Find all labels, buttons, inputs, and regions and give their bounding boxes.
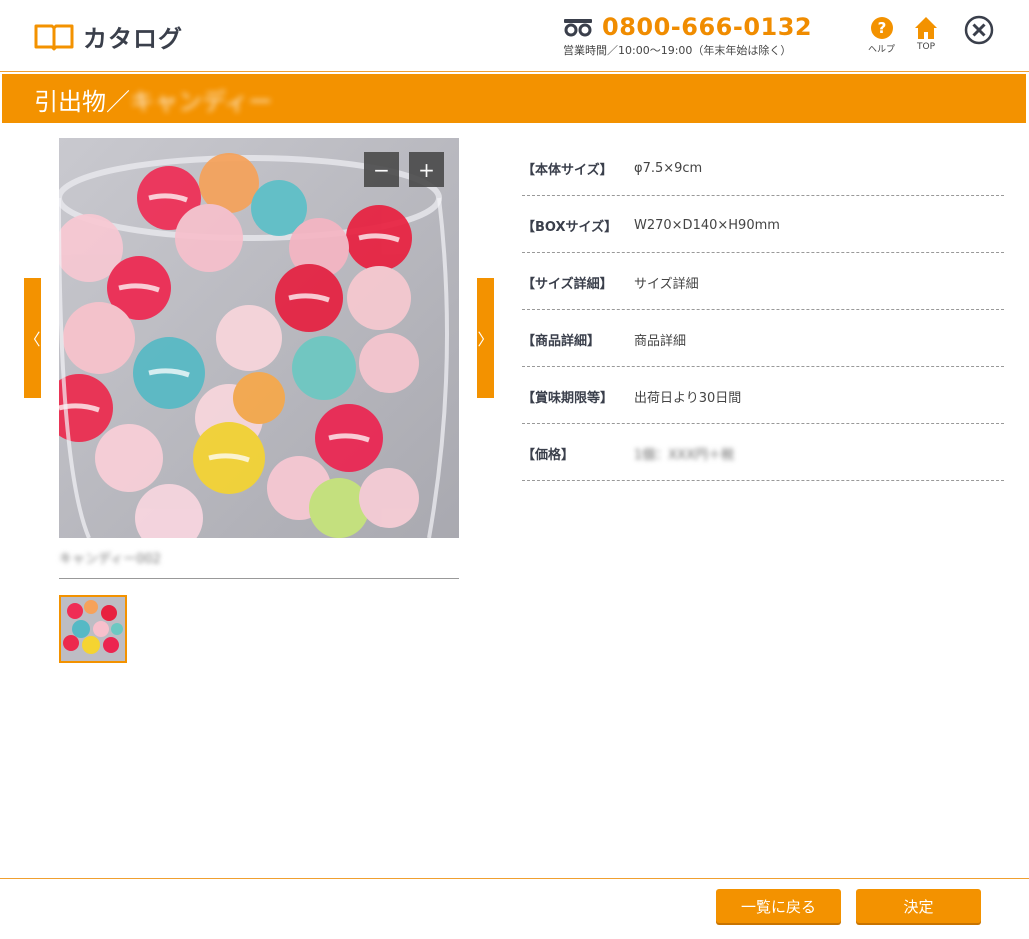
prev-image-button[interactable]: 〈 [24,278,41,398]
image-caption: キャンディー002 [59,552,161,567]
spec-row-product-detail: 【商品詳細】 商品詳細 [522,310,1004,367]
logo: カタログ [34,19,183,54]
back-to-list-button[interactable]: 一覧に戻る [716,889,841,923]
candy-photo [59,138,459,538]
close-button[interactable] [964,15,994,45]
caption-divider [59,578,459,579]
spec-row-expiry: 【賞味期限等】 出荷日より30日間 [522,367,1004,424]
top-button[interactable]: TOP [914,16,938,52]
spec-row-body-size: 【本体サイズ】 φ7.5×9cm [522,139,1004,196]
book-icon [34,24,74,50]
spec-value: サイズ詳細 [634,276,699,292]
category-label: 引出物／ [34,88,130,116]
top-label: TOP [916,42,935,52]
zoom-out-button[interactable]: − [364,152,399,187]
title-bar: 引出物／キャンディー [2,74,1026,123]
home-icon [915,17,937,39]
spec-row-price: 【価格】 1個：XXX円＋税 [522,424,1004,481]
thumbnail-image [61,597,125,661]
header: カタログ 0800-666-0132 営業時間／10:00～19:00（年末年始… [0,0,1029,72]
freedial-icon [564,19,592,37]
spec-label: 【価格】 [522,447,575,463]
page-title: 引出物／キャンディー [34,82,272,117]
spec-value: 商品詳細 [634,333,687,349]
business-hours: 営業時間／10:00～19:00（年末年始は除く） [563,44,792,57]
spec-label: 【BOXサイズ】 [522,219,618,235]
spec-label: 【サイズ詳細】 [522,276,613,292]
price-value: 1個：XXX円＋税 [634,447,734,463]
close-icon [964,15,994,45]
zoom-in-button[interactable]: + [409,152,444,187]
footer-divider [0,878,1029,879]
phone-info: 0800-666-0132 営業時間／10:00～19:00（年末年始は除く） [563,13,823,58]
help-label: ヘルプ [868,45,896,55]
next-image-button[interactable]: 〉 [477,278,494,398]
spec-table: 【本体サイズ】 φ7.5×9cm 【BOXサイズ】 W270×D140×H90m… [522,139,1004,481]
svg-text:?: ? [877,19,886,37]
app-title: カタログ [83,25,183,53]
spec-label: 【本体サイズ】 [522,162,613,178]
spec-value: 出荷日より30日間 [634,390,742,406]
spec-value: W270×D140×H90mm [634,217,780,233]
thumbnail-1[interactable] [59,595,127,663]
spec-row-size-detail: 【サイズ詳細】 サイズ詳細 [522,253,1004,310]
spec-value: φ7.5×9cm [634,160,703,176]
spec-row-box-size: 【BOXサイズ】 W270×D140×H90mm [522,196,1004,253]
confirm-button[interactable]: 決定 [856,889,981,923]
spec-label: 【商品詳細】 [522,333,601,349]
help-button[interactable]: ? ヘルプ [868,16,895,55]
product-image [59,138,459,538]
phone-number[interactable]: 0800-666-0132 [602,13,812,41]
item-name: キャンディー [130,88,273,116]
spec-label: 【賞味期限等】 [522,390,614,406]
help-icon: ? [870,17,893,39]
